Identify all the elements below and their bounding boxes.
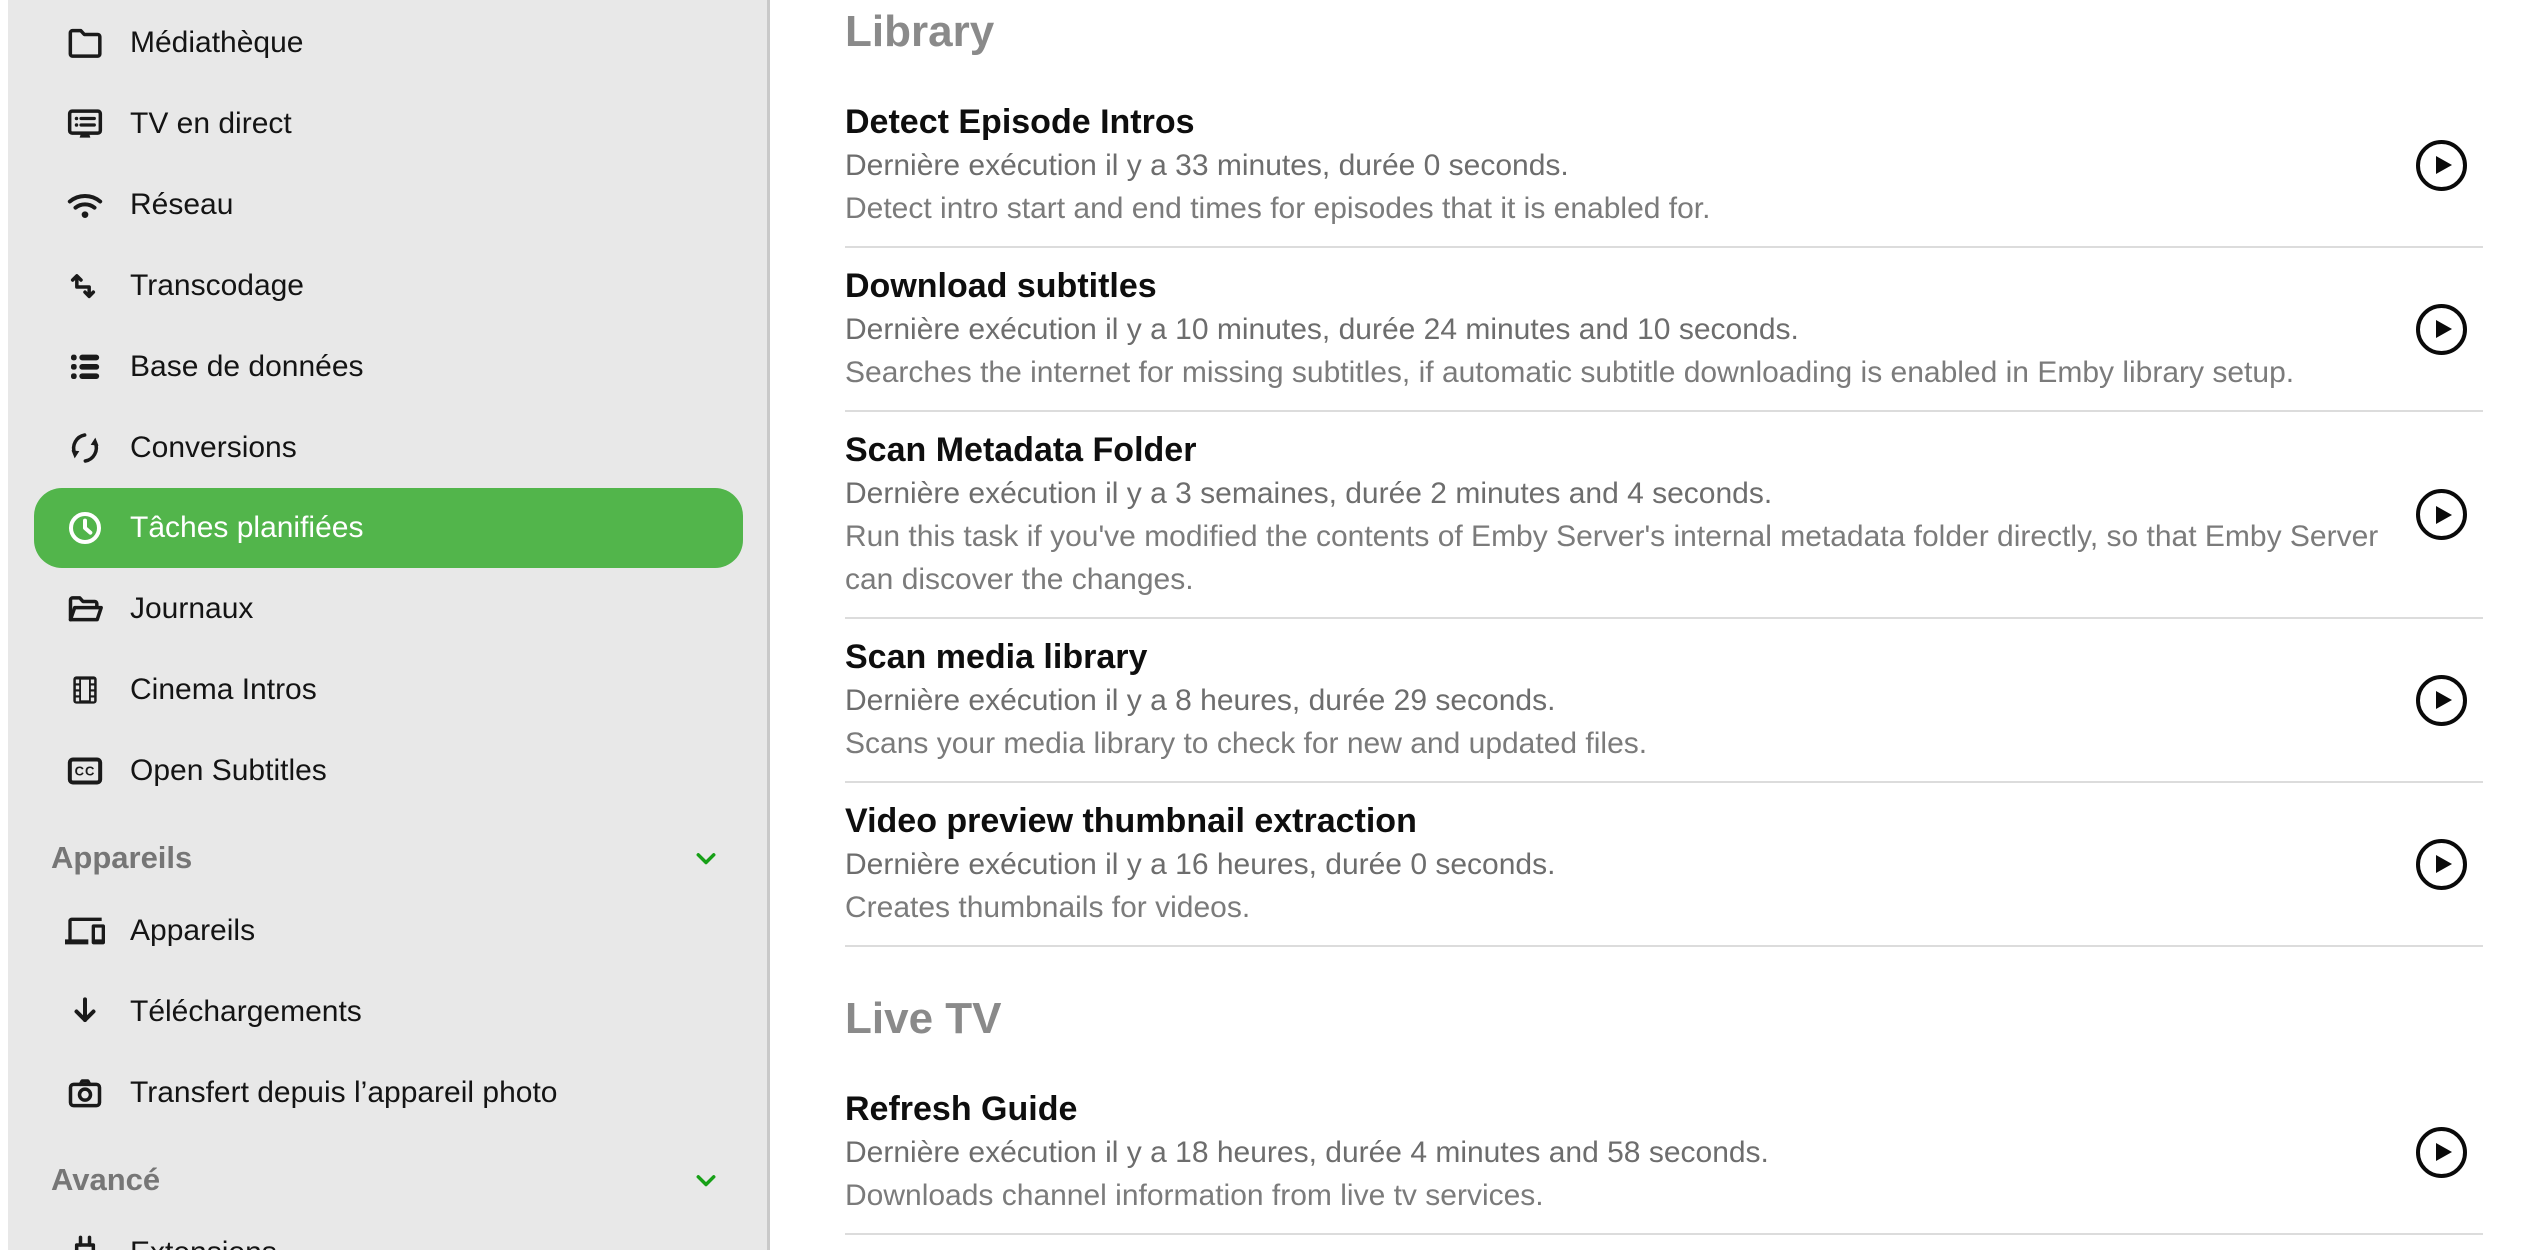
sidebar-item-telechargements[interactable]: Téléchargements bbox=[8, 971, 767, 1052]
sidebar-item-appareils[interactable]: Appareils bbox=[8, 890, 767, 971]
task-description: Searches the internet for missing subtit… bbox=[845, 351, 2392, 394]
sidebar-item-label: Transfert depuis l’appareil photo bbox=[130, 1076, 557, 1110]
run-task-button[interactable] bbox=[2416, 839, 2467, 890]
task-last-run: Dernière exécution il y a 16 heures, dur… bbox=[845, 843, 2392, 886]
sidebar-item-label: Tâches planifiées bbox=[130, 511, 363, 545]
sidebar-item-open-subtitles[interactable]: CC Open Subtitles bbox=[8, 730, 767, 811]
sidebar-item-label: Réseau bbox=[130, 188, 233, 222]
task-last-run: Dernière exécution il y a 33 minutes, du… bbox=[845, 144, 2392, 187]
sidebar-section-appareils[interactable]: Appareils bbox=[8, 826, 767, 890]
sidebar-item-label: Cinema Intros bbox=[130, 673, 317, 707]
task-row-refresh-guide[interactable]: Refresh Guide Dernière exécution il y a … bbox=[845, 1071, 2483, 1235]
task-title: Refresh Guide bbox=[845, 1087, 2392, 1131]
open-folder-icon bbox=[65, 589, 105, 629]
run-task-button[interactable] bbox=[2416, 489, 2467, 540]
run-task-button[interactable] bbox=[2416, 675, 2467, 726]
run-task-button[interactable] bbox=[2416, 304, 2467, 355]
task-description: Scans your media library to check for ne… bbox=[845, 722, 2392, 765]
sidebar-item-mediatheque[interactable]: Médiathèque bbox=[8, 2, 767, 83]
task-title: Detect Episode Intros bbox=[845, 100, 2392, 144]
play-icon bbox=[2436, 156, 2452, 174]
task-description: Run this task if you've modified the con… bbox=[845, 515, 2392, 601]
task-text: Refresh Guide Dernière exécution il y a … bbox=[845, 1087, 2416, 1217]
film-icon bbox=[65, 670, 105, 710]
section-label: Avancé bbox=[51, 1162, 160, 1198]
run-task-button[interactable] bbox=[2416, 140, 2467, 191]
sidebar-item-transcodage[interactable]: Transcodage bbox=[8, 245, 767, 326]
run-task-button[interactable] bbox=[2416, 1127, 2467, 1178]
sidebar-item-cinema-intros[interactable]: Cinema Intros bbox=[8, 649, 767, 730]
plugin-icon bbox=[65, 1233, 105, 1250]
play-icon bbox=[2436, 855, 2452, 873]
task-text: Video preview thumbnail extraction Derni… bbox=[845, 799, 2416, 929]
svg-text:CC: CC bbox=[75, 763, 96, 778]
sidebar-item-transfert-appareil-photo[interactable]: Transfert depuis l’appareil photo bbox=[8, 1052, 767, 1133]
play-icon bbox=[2436, 691, 2452, 709]
scheduled-tasks-content: Library Detect Episode Intros Dernière e… bbox=[770, 0, 2541, 1250]
play-icon bbox=[2436, 1143, 2452, 1161]
sidebar-item-label: Open Subtitles bbox=[130, 754, 327, 788]
sidebar-item-label: Transcodage bbox=[130, 269, 304, 303]
play-icon bbox=[2436, 506, 2452, 524]
sidebar-item-label: Base de données bbox=[130, 350, 364, 384]
camera-icon bbox=[65, 1073, 105, 1113]
database-icon bbox=[65, 347, 105, 387]
task-row-video-preview-thumbnail-extraction[interactable]: Video preview thumbnail extraction Derni… bbox=[845, 783, 2483, 947]
sidebar-item-extensions[interactable]: Extensions bbox=[8, 1212, 767, 1250]
sidebar-item-label: Journaux bbox=[130, 592, 253, 626]
play-icon bbox=[2436, 320, 2452, 338]
sidebar-item-tv-en-direct[interactable]: TV en direct bbox=[8, 83, 767, 164]
sidebar-item-label: TV en direct bbox=[130, 107, 292, 141]
sidebar-item-conversions[interactable]: Conversions bbox=[8, 407, 767, 488]
task-last-run: Dernière exécution il y a 8 heures, duré… bbox=[845, 679, 2392, 722]
emby-settings-screen: Médiathèque TV en direct Réseau bbox=[0, 0, 2541, 1250]
transcode-icon bbox=[65, 266, 105, 306]
section-title-live-tv: Live TV bbox=[845, 993, 2483, 1045]
left-edge bbox=[0, 0, 8, 1250]
sidebar-item-taches-planifiees[interactable]: Tâches planifiées bbox=[34, 488, 743, 568]
cc-icon: CC bbox=[65, 751, 105, 791]
wifi-icon bbox=[65, 185, 105, 225]
chevron-down-icon bbox=[690, 1164, 722, 1196]
task-row-detect-episode-intros[interactable]: Detect Episode Intros Dernière exécution… bbox=[845, 84, 2483, 248]
sidebar-section-avance[interactable]: Avancé bbox=[8, 1148, 767, 1212]
sidebar-item-label: Extensions bbox=[130, 1236, 277, 1250]
chevron-down-icon bbox=[690, 842, 722, 874]
task-last-run: Dernière exécution il y a 18 heures, dur… bbox=[845, 1131, 2392, 1174]
task-text: Download subtitles Dernière exécution il… bbox=[845, 264, 2416, 394]
sidebar-item-label: Médiathèque bbox=[130, 26, 303, 60]
section-label: Appareils bbox=[51, 840, 192, 876]
sidebar-item-reseau[interactable]: Réseau bbox=[8, 164, 767, 245]
sidebar-item-base-de-donnees[interactable]: Base de données bbox=[8, 326, 767, 407]
task-text: Scan Metadata Folder Dernière exécution … bbox=[845, 428, 2416, 601]
task-last-run: Dernière exécution il y a 3 semaines, du… bbox=[845, 472, 2392, 515]
task-description: Detect intro start and end times for epi… bbox=[845, 187, 2392, 230]
sidebar-item-label: Appareils bbox=[130, 914, 255, 948]
task-last-run: Dernière exécution il y a 10 minutes, du… bbox=[845, 308, 2392, 351]
task-title: Scan media library bbox=[845, 635, 2392, 679]
task-row-scan-metadata-folder[interactable]: Scan Metadata Folder Dernière exécution … bbox=[845, 412, 2483, 619]
clock-icon bbox=[65, 508, 105, 548]
task-title: Download subtitles bbox=[845, 264, 2392, 308]
sidebar-item-journaux[interactable]: Journaux bbox=[8, 568, 767, 649]
section-title-library: Library bbox=[845, 6, 2483, 58]
folder-icon bbox=[65, 23, 105, 63]
sync-icon bbox=[65, 428, 105, 468]
task-row-download-subtitles[interactable]: Download subtitles Dernière exécution il… bbox=[845, 248, 2483, 412]
sidebar-item-label: Téléchargements bbox=[130, 995, 362, 1029]
task-text: Scan media library Dernière exécution il… bbox=[845, 635, 2416, 765]
task-description: Downloads channel information from live … bbox=[845, 1174, 2392, 1217]
devices-icon bbox=[65, 911, 105, 951]
live-tv-icon bbox=[65, 104, 105, 144]
task-title: Video preview thumbnail extraction bbox=[845, 799, 2392, 843]
settings-sidebar: Médiathèque TV en direct Réseau bbox=[8, 0, 770, 1250]
download-icon bbox=[65, 992, 105, 1032]
task-description: Creates thumbnails for videos. bbox=[845, 886, 2392, 929]
task-title: Scan Metadata Folder bbox=[845, 428, 2392, 472]
task-text: Detect Episode Intros Dernière exécution… bbox=[845, 100, 2416, 230]
sidebar-item-label: Conversions bbox=[130, 431, 297, 465]
task-row-scan-media-library[interactable]: Scan media library Dernière exécution il… bbox=[845, 619, 2483, 783]
